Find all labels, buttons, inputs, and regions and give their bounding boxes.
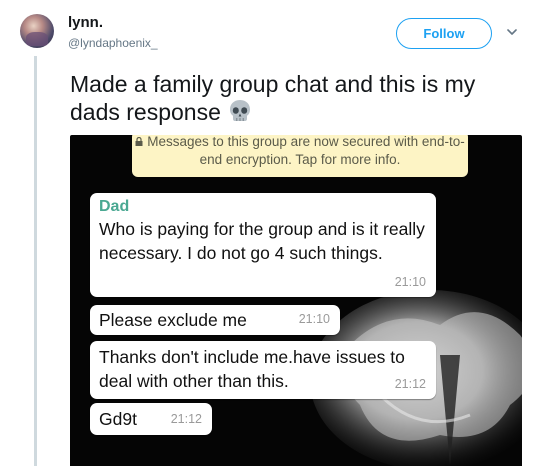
message-text: Thanks don't include me.have issues to d… <box>99 347 405 391</box>
message-text: Who is paying for the group and is it re… <box>99 219 425 263</box>
message-sender: Dad <box>99 198 130 215</box>
message-time: 21:12 <box>394 377 426 391</box>
message-time: 21:10 <box>298 312 330 326</box>
chat-message: Thanks don't include me.have issues to d… <box>90 341 436 399</box>
chat-message: Gd9t 21:12 <box>90 403 212 435</box>
author-handle[interactable]: @lyndaphoenix_ <box>68 36 158 50</box>
message-time: 21:10 <box>394 275 426 289</box>
author-name[interactable]: lynn. <box>68 14 103 31</box>
avatar[interactable] <box>20 14 54 48</box>
encryption-notice[interactable]: Messages to this group are now secured w… <box>132 135 468 177</box>
chat-message: Please exclude me 21:10 <box>90 305 340 335</box>
chat-message: Dad Who is paying for the group and is i… <box>90 193 436 297</box>
encryption-notice-text: Messages to this group are now secured w… <box>147 135 465 167</box>
message-time: 21:12 <box>170 412 202 426</box>
lock-icon <box>135 137 143 146</box>
thread-line <box>34 56 37 466</box>
tweet-text: Made a family group chat and this is my … <box>70 70 520 130</box>
skull-icon <box>227 98 253 130</box>
chevron-down-icon[interactable] <box>506 26 518 38</box>
message-text: Please exclude me <box>99 310 247 330</box>
tweet-body: Made a family group chat and this is my … <box>70 71 476 125</box>
follow-button[interactable]: Follow <box>396 18 492 49</box>
attached-screenshot[interactable]: Messages to this group are now secured w… <box>70 135 522 466</box>
